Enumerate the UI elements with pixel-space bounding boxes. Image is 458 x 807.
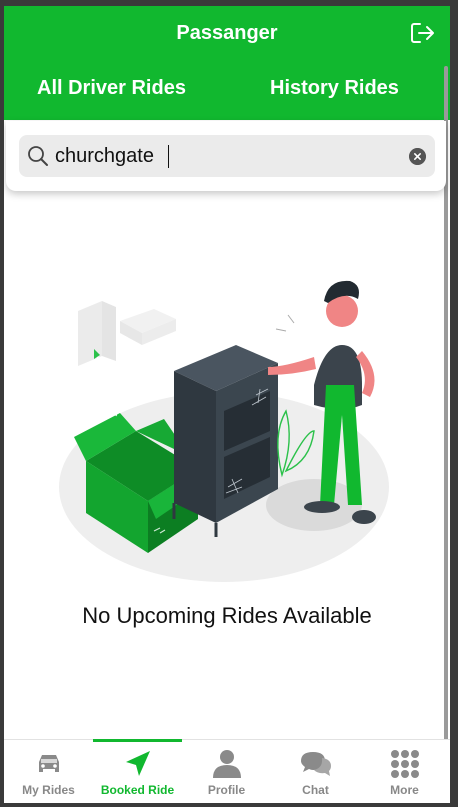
header: Passanger All Driver Rides History Rides bbox=[4, 6, 450, 120]
search-card bbox=[6, 121, 446, 191]
grid-dots-icon bbox=[391, 750, 419, 778]
nav-item-profile[interactable]: Profile bbox=[182, 740, 271, 803]
nav-item-more[interactable]: More bbox=[360, 740, 449, 803]
nav-label: Chat bbox=[302, 783, 329, 797]
nav-item-booked-ride[interactable]: Booked Ride bbox=[93, 739, 182, 803]
bottom-nav: My Rides Booked Ride Profile Chat More bbox=[4, 739, 450, 803]
nav-label: Profile bbox=[207, 783, 246, 797]
search-input[interactable] bbox=[55, 141, 395, 171]
clear-icon[interactable] bbox=[409, 148, 426, 165]
car-icon bbox=[39, 755, 59, 772]
person-icon bbox=[213, 750, 241, 778]
nav-item-my-rides[interactable]: My Rides bbox=[4, 740, 93, 803]
page-title: Passanger bbox=[176, 22, 278, 44]
nav-label: Booked Ride bbox=[100, 783, 175, 797]
nav-item-chat[interactable]: Chat bbox=[271, 740, 360, 803]
app-frame: Passanger All Driver Rides History Rides bbox=[4, 6, 450, 803]
text-cursor bbox=[168, 145, 169, 168]
search-icon bbox=[28, 146, 48, 166]
search-bar bbox=[19, 135, 435, 177]
navigation-arrow-icon bbox=[126, 751, 150, 776]
empty-state-illustration bbox=[59, 280, 389, 582]
tab-history-rides[interactable]: History Rides bbox=[270, 77, 399, 100]
nav-label: More bbox=[390, 783, 419, 797]
tab-all-driver-rides[interactable]: All Driver Rides bbox=[37, 77, 186, 100]
nav-label: My Rides bbox=[22, 783, 75, 797]
logout-icon[interactable] bbox=[410, 21, 436, 45]
chat-bubbles-icon bbox=[301, 752, 331, 776]
empty-state-message: No Upcoming Rides Available bbox=[82, 603, 372, 628]
